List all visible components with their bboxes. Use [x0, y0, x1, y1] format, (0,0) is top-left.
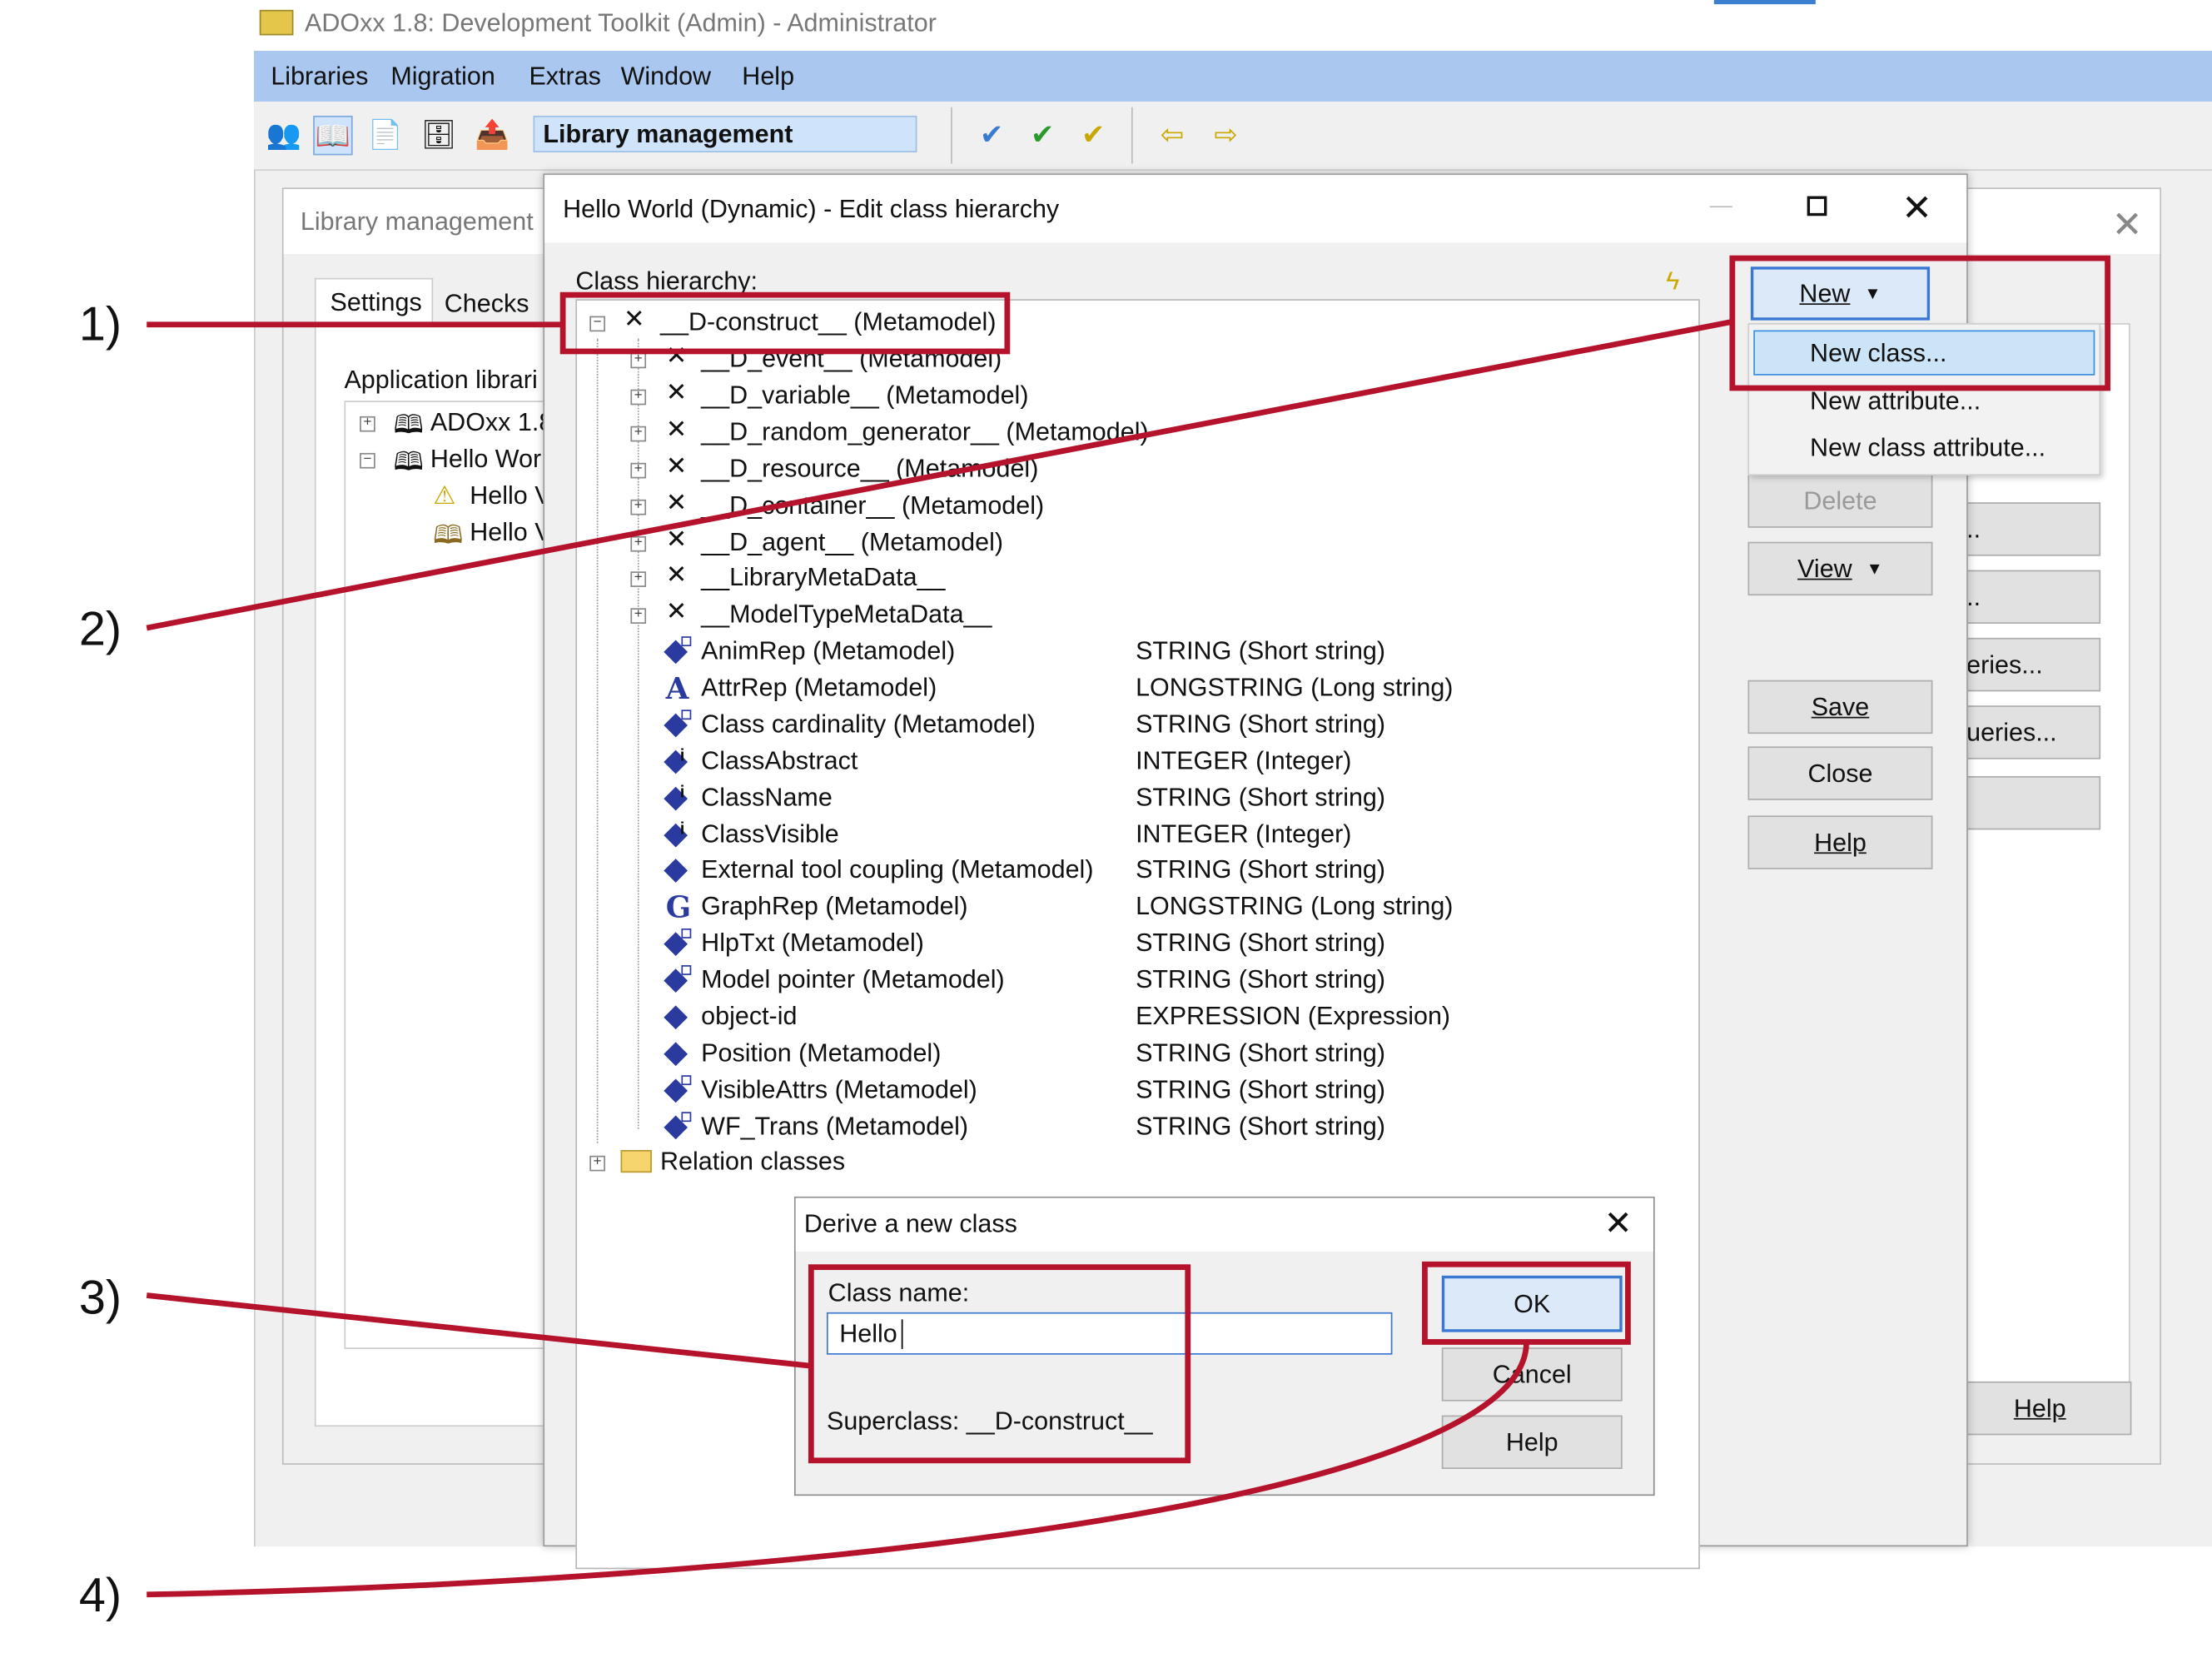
callout-line-3 — [146, 1292, 812, 1369]
screenshot-stage: ADOxx 1.8: Development Toolkit (Admin) -… — [0, 0, 2212, 1658]
step-label-3: 3) — [78, 1271, 122, 1326]
callout-line-2 — [146, 319, 1733, 631]
callout-lines — [146, 319, 1733, 1598]
step-label-4: 4) — [78, 1569, 122, 1623]
step-label-1: 1) — [78, 297, 122, 351]
callout-line-4 — [147, 1343, 1529, 1598]
step-label-2: 2) — [78, 602, 122, 656]
